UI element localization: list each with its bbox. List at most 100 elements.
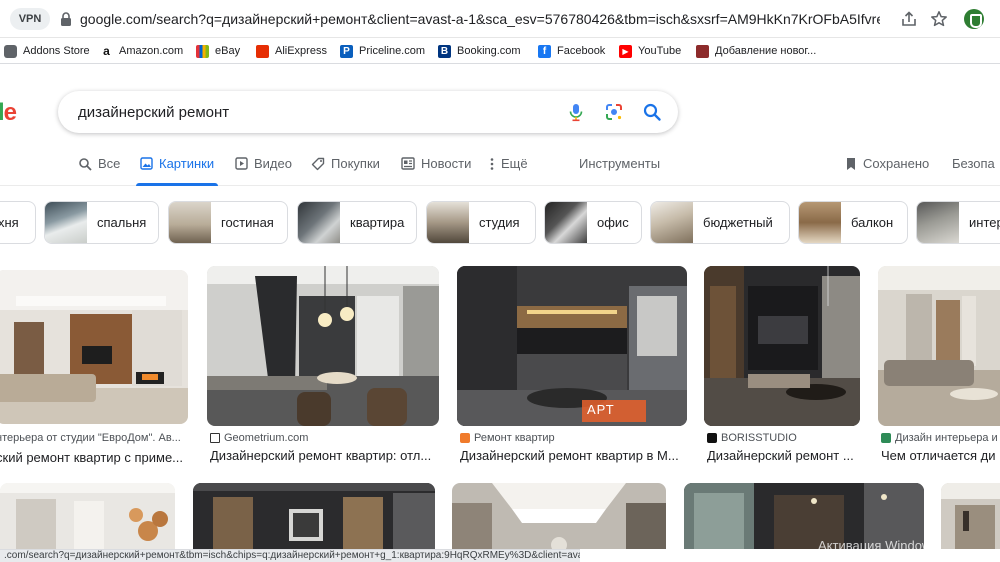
bookmark-booking[interactable]: B Booking.com <box>438 43 521 59</box>
bookmark-youtube[interactable]: ▶ YouTube <box>619 43 681 59</box>
chip-budget[interactable]: бюджетный <box>650 201 790 244</box>
chip-thumbnail <box>545 202 587 243</box>
url-field[interactable]: google.com/search?q=дизайнерский+ремонт&… <box>80 11 880 27</box>
chip-bedroom[interactable]: спальня <box>44 201 159 244</box>
tab-news[interactable]: Новости <box>401 156 471 186</box>
tab-label: Новости <box>421 156 472 171</box>
image-result[interactable]: Geometrium.com Дизайнерский ремонт кварт… <box>207 266 439 470</box>
saved-label: Сохранено <box>863 156 930 171</box>
extension-shield-icon[interactable] <box>964 9 984 29</box>
borisstudio-icon <box>707 433 717 443</box>
chip-kitchen[interactable]: хня <box>0 201 36 244</box>
facebook-icon: f <box>538 44 551 58</box>
result-title[interactable]: ский ремонт квартир с приме... <box>0 450 183 465</box>
result-image[interactable] <box>878 266 1000 426</box>
result-title[interactable]: Дизайнерский ремонт ... <box>707 448 854 463</box>
saved-button[interactable]: Сохранено <box>845 156 929 186</box>
watermark-overlay: АРТ <box>587 402 615 417</box>
chip-label: гостиная <box>221 215 274 230</box>
tab-label: Все <box>98 156 121 171</box>
image-result[interactable]: BORISSTUDIO Дизайнерский ремонт ... <box>704 266 860 470</box>
tab-images[interactable]: Картинки <box>135 156 219 186</box>
chip-balcony[interactable]: балкон <box>798 201 908 244</box>
search-icon[interactable] <box>642 102 662 122</box>
image-result[interactable]: нтерьера от студии "ЕвроДом". Ав... ский… <box>0 270 188 470</box>
chip-thumbnail <box>427 202 469 243</box>
lock-icon[interactable] <box>60 12 72 26</box>
amazon-icon: a <box>100 44 113 58</box>
bookmark-priceline[interactable]: P Priceline.com <box>340 43 425 59</box>
result-title[interactable]: Чем отличается ди <box>881 448 996 463</box>
chip-label: квартира <box>350 215 405 230</box>
bookmark-facebook[interactable]: f Facebook <box>538 43 605 59</box>
bookmark-label: YouTube <box>638 45 682 57</box>
image-result[interactable]: Дизайн интерьера и Чем отличается ди <box>878 266 1000 470</box>
image-result[interactable]: АРТ Ремонт квартир Дизайнерский ремонт к… <box>457 266 687 470</box>
chip-thumbnail <box>169 202 211 243</box>
vpn-button[interactable]: VPN <box>10 8 50 30</box>
chip-thumbnail <box>799 202 841 243</box>
tools-button[interactable]: Инструменты <box>579 156 660 186</box>
booking-icon: B <box>438 44 451 58</box>
tab-all[interactable]: Все <box>78 156 120 186</box>
tab-label: Картинки <box>159 156 215 171</box>
chip-living-room[interactable]: гостиная <box>168 201 288 244</box>
image-result[interactable] <box>941 483 1000 549</box>
result-source-label: нтерьера от студии "ЕвроДом". Ав... <box>0 432 181 444</box>
chip-office[interactable]: офис <box>544 201 642 244</box>
result-source[interactable]: Ремонт квартир <box>460 432 555 444</box>
result-source[interactable]: Дизайн интерьера и <box>881 432 998 444</box>
image-result[interactable] <box>193 483 435 549</box>
chip-label: спальня <box>97 215 147 230</box>
tab-shopping[interactable]: Покупки <box>311 156 380 186</box>
result-image[interactable]: АРТ <box>457 266 687 426</box>
address-bar: VPN google.com/search?q=дизайнерский+рем… <box>0 0 1000 38</box>
result-title-label: Дизайнерский ремонт квартир в М... <box>460 448 679 463</box>
microphone-icon[interactable] <box>566 102 586 122</box>
chip-label: хня <box>0 215 19 230</box>
search-input[interactable] <box>78 102 548 122</box>
star-icon[interactable] <box>930 10 948 28</box>
result-source[interactable]: BORISSTUDIO <box>707 432 797 444</box>
result-image[interactable] <box>452 483 666 549</box>
bookmark-amazon[interactable]: a Amazon.com <box>100 43 183 59</box>
chip-label: балкон <box>851 215 894 230</box>
google-logo[interactable]: le <box>0 99 17 127</box>
result-title-label: Чем отличается ди <box>881 448 996 463</box>
puzzle-icon <box>4 44 17 58</box>
chip-interior[interactable]: интер <box>916 201 1000 244</box>
result-title[interactable]: Дизайнерский ремонт квартир: отл... <box>210 448 431 463</box>
bookmark-ebay[interactable]: eBay <box>196 43 240 59</box>
tab-video[interactable]: Видео <box>235 156 292 186</box>
result-image[interactable] <box>0 270 188 424</box>
result-title[interactable]: Дизайнерский ремонт квартир в М... <box>460 448 679 463</box>
share-icon[interactable] <box>900 10 918 28</box>
search-box[interactable] <box>58 91 678 133</box>
tab-more[interactable]: Ещё <box>489 156 528 186</box>
result-image[interactable] <box>941 483 1000 549</box>
result-source[interactable]: нтерьера от студии "ЕвроДом". Ав... <box>0 432 181 444</box>
result-image[interactable] <box>207 266 439 426</box>
bookmark-aliexpress[interactable]: AliExpress <box>256 43 327 59</box>
image-icon <box>140 157 153 170</box>
remont-icon <box>460 433 470 443</box>
tab-label: Ещё <box>501 156 528 171</box>
result-image[interactable] <box>193 483 435 549</box>
result-image[interactable] <box>0 483 175 549</box>
chip-apartment[interactable]: квартира <box>297 201 417 244</box>
more-icon <box>490 158 494 170</box>
bookmark-addons-store[interactable]: Addons Store <box>4 43 90 59</box>
result-image[interactable] <box>704 266 860 426</box>
google-lens-icon[interactable] <box>604 102 624 122</box>
chip-label: офис <box>597 215 629 230</box>
safesearch-button[interactable]: Безопа <box>952 156 995 186</box>
bookmark-add-new[interactable]: Добавление новог... <box>696 43 816 59</box>
chip-studio[interactable]: студия <box>426 201 536 244</box>
image-result[interactable] <box>0 483 175 549</box>
result-source-label: Geometrium.com <box>224 432 309 444</box>
ebay-icon <box>196 44 209 58</box>
image-result[interactable] <box>452 483 666 549</box>
chip-thumbnail <box>45 202 87 243</box>
result-source[interactable]: Geometrium.com <box>210 432 308 444</box>
chip-label: интер <box>969 215 1000 230</box>
